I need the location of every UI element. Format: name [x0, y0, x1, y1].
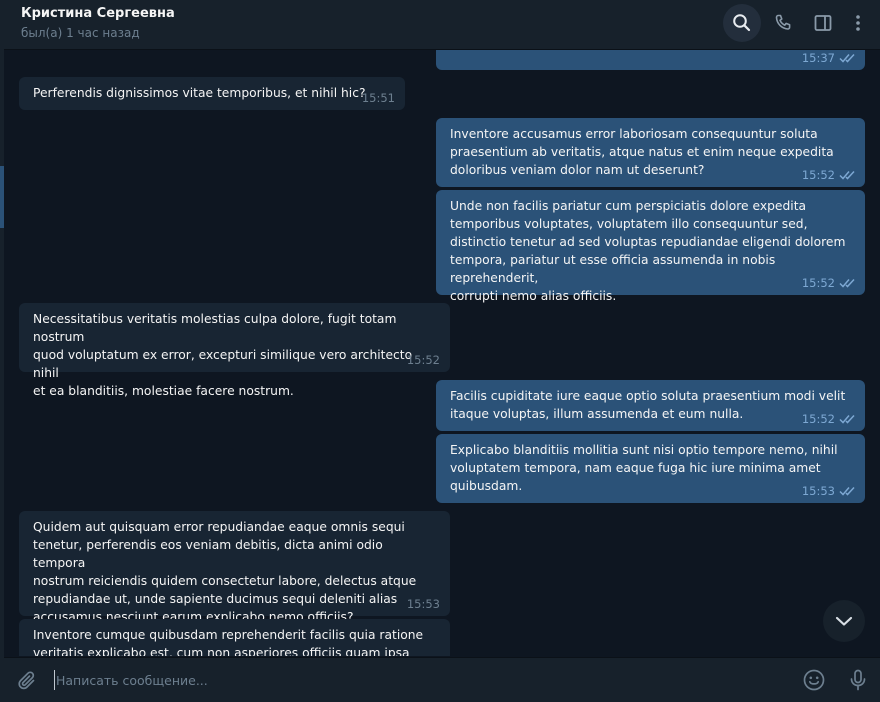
message-outgoing[interactable]: Facilis cupiditate iure eaque optio solu… — [436, 380, 865, 431]
message-meta: 15:51 — [362, 89, 395, 107]
phone-icon — [775, 14, 791, 30]
message-outgoing[interactable]: Inventore accusamus error laboriosam con… — [436, 118, 865, 187]
paperclip-icon[interactable] — [16, 669, 40, 693]
message-time: 15:37 — [801, 51, 835, 65]
message-outgoing[interactable]: Explicabo blanditiis mollitia sunt nisi … — [436, 434, 865, 503]
message-text: Unde non facilis pariatur cum perspiciat… — [450, 199, 846, 303]
message-text: Facilis cupiditate iure eaque optio solu… — [450, 389, 846, 421]
message-meta: 15:52 — [802, 410, 857, 428]
message-text: Perferendis dignissimos vitae temporibus… — [33, 86, 366, 100]
message-incoming[interactable]: Inventore cumque quibusdam reprehenderit… — [19, 619, 450, 656]
message-time: 15:53 — [406, 597, 440, 611]
sidebar-toggle-button[interactable] — [804, 4, 842, 42]
message-time: 15:52 — [801, 412, 835, 426]
message-composer — [4, 657, 880, 702]
scroll-to-bottom-button[interactable] — [823, 600, 865, 642]
text-cursor — [54, 670, 55, 690]
double-check-icon — [839, 53, 855, 63]
search-button[interactable] — [723, 4, 761, 42]
message-meta: 15:52 — [802, 166, 857, 184]
contact-name[interactable]: Кристина Сергеевна — [21, 6, 175, 21]
double-check-icon — [839, 414, 855, 424]
message-time: 15:53 — [801, 484, 835, 498]
message-outgoing[interactable]: 15:37 — [436, 50, 865, 70]
message-time: 15:52 — [801, 276, 835, 290]
more-icon — [856, 15, 860, 31]
message-text: Inventore cumque quibusdam reprehenderit… — [33, 628, 424, 656]
message-text: Inventore accusamus error laboriosam con… — [450, 127, 834, 177]
message-list[interactable]: 15:37 Perferendis dignissimos vitae temp… — [4, 50, 880, 656]
chevron-down-icon — [835, 616, 853, 626]
more-button[interactable] — [839, 4, 877, 42]
message-text: Necessitatibus veritatis molestias culpa… — [33, 312, 413, 398]
double-check-icon — [839, 278, 855, 288]
chat-header: Кристина Сергеевна был(а) 1 час назад — [4, 0, 880, 50]
message-meta: 15:52 — [802, 274, 857, 292]
call-button[interactable] — [764, 4, 802, 42]
message-input[interactable] — [56, 668, 736, 692]
message-time: 15:51 — [361, 91, 395, 105]
search-icon — [733, 14, 751, 32]
message-incoming[interactable]: Necessitatibus veritatis molestias culpa… — [19, 303, 450, 398]
message-meta: 15:53 — [802, 482, 857, 500]
message-meta: 15:53 — [407, 595, 440, 613]
double-check-icon — [839, 170, 855, 180]
microphone-icon[interactable] — [846, 668, 870, 692]
message-meta: 15:37 — [802, 50, 857, 67]
message-time: 15:52 — [801, 168, 835, 182]
message-incoming[interactable]: Quidem aut quisquam error repudiandae ea… — [19, 511, 450, 624]
sidebar-icon — [814, 15, 832, 31]
emoji-icon[interactable] — [802, 668, 826, 692]
double-check-icon — [839, 486, 855, 496]
message-outgoing[interactable]: Unde non facilis pariatur cum perspiciat… — [436, 190, 865, 303]
message-time: 15:52 — [406, 353, 440, 367]
message-meta: 15:52 — [407, 351, 440, 369]
contact-status: был(а) 1 час назад — [21, 26, 140, 40]
message-text: Explicabo blanditiis mollitia sunt nisi … — [450, 443, 838, 493]
message-text: Quidem aut quisquam error repudiandae ea… — [33, 520, 417, 624]
message-incoming[interactable]: Perferendis dignissimos vitae temporibus… — [19, 77, 405, 110]
